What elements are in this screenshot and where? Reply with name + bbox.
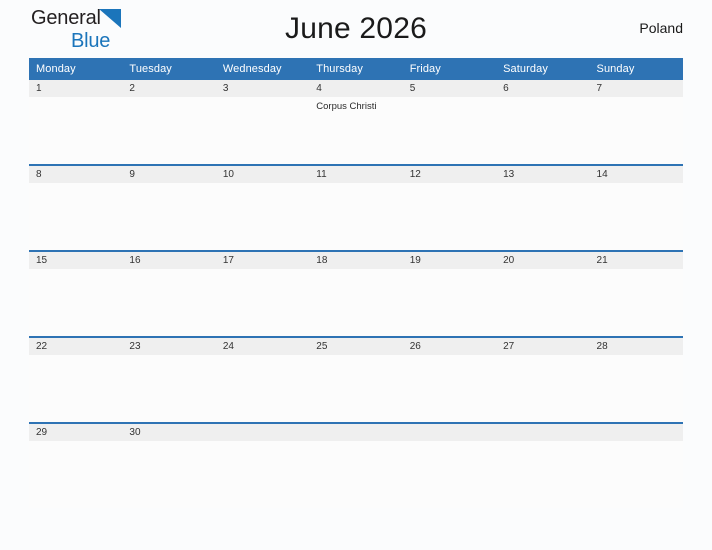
week-event-row: Corpus Christi <box>29 97 683 165</box>
day-number[interactable]: 13 <box>496 164 590 183</box>
day-number[interactable]: 21 <box>589 250 683 269</box>
calendar-header-row: Monday Tuesday Wednesday Thursday Friday… <box>29 58 683 80</box>
day-cell[interactable] <box>402 269 497 337</box>
day-number[interactable]: 3 <box>215 80 310 97</box>
day-number[interactable]: 11 <box>309 164 403 183</box>
day-number[interactable]: 22 <box>29 336 123 355</box>
day-number[interactable]: 9 <box>122 164 216 183</box>
day-cell[interactable] <box>402 97 497 165</box>
day-cell[interactable] <box>29 269 123 337</box>
day-cell[interactable] <box>215 183 310 251</box>
day-number[interactable] <box>402 422 497 441</box>
day-cell[interactable] <box>122 441 216 508</box>
day-number[interactable]: 14 <box>589 164 683 183</box>
day-number[interactable]: 20 <box>496 250 590 269</box>
day-event: Corpus Christi <box>316 101 377 112</box>
day-cell[interactable] <box>309 355 403 423</box>
weekday-header-monday: Monday <box>29 58 123 80</box>
day-number[interactable]: 18 <box>309 250 403 269</box>
day-cell[interactable] <box>589 441 683 508</box>
day-number[interactable]: 29 <box>29 422 123 441</box>
day-number[interactable] <box>496 422 590 441</box>
day-number[interactable]: 6 <box>496 80 590 97</box>
day-number[interactable]: 24 <box>215 336 310 355</box>
weekday-header-friday: Friday <box>402 58 497 80</box>
day-cell[interactable] <box>589 183 683 251</box>
week-daynumber-row: 15 16 17 18 19 20 21 <box>29 250 683 269</box>
day-number[interactable] <box>309 422 403 441</box>
day-number[interactable]: 8 <box>29 164 123 183</box>
day-number[interactable]: 7 <box>589 80 683 97</box>
day-cell[interactable] <box>215 97 310 165</box>
page-title: June 2026 <box>285 12 427 45</box>
day-cell[interactable] <box>496 269 590 337</box>
day-cell[interactable] <box>122 269 216 337</box>
page-header: General Blue June 2026 Poland <box>29 0 683 58</box>
day-cell[interactable] <box>496 97 590 165</box>
week-event-row <box>29 441 683 508</box>
day-number[interactable]: 27 <box>496 336 590 355</box>
day-number[interactable]: 1 <box>29 80 123 97</box>
weekday-header-wednesday: Wednesday <box>215 58 310 80</box>
weekday-header-sunday: Sunday <box>589 58 683 80</box>
day-cell[interactable] <box>122 183 216 251</box>
day-cell[interactable] <box>496 355 590 423</box>
day-cell[interactable] <box>29 355 123 423</box>
day-number[interactable]: 16 <box>122 250 216 269</box>
weekday-header-saturday: Saturday <box>496 58 590 80</box>
day-number[interactable]: 26 <box>402 336 497 355</box>
day-number[interactable]: 19 <box>402 250 497 269</box>
day-cell[interactable] <box>122 355 216 423</box>
day-cell[interactable] <box>589 269 683 337</box>
day-number[interactable]: 5 <box>402 80 497 97</box>
week-daynumber-row: 22 23 24 25 26 27 28 <box>29 336 683 355</box>
day-number[interactable] <box>215 422 310 441</box>
day-cell[interactable] <box>29 97 123 165</box>
day-number[interactable]: 2 <box>122 80 216 97</box>
calendar-grid: Monday Tuesday Wednesday Thursday Friday… <box>29 58 683 508</box>
calendar-page: General Blue June 2026 Poland Monday Tue… <box>0 0 712 550</box>
day-number[interactable]: 28 <box>589 336 683 355</box>
day-number[interactable]: 30 <box>122 422 216 441</box>
day-cell[interactable] <box>29 441 123 508</box>
day-cell[interactable] <box>309 441 403 508</box>
day-cell[interactable] <box>215 355 310 423</box>
day-cell[interactable] <box>215 269 310 337</box>
weekday-header-thursday: Thursday <box>309 58 403 80</box>
day-cell[interactable] <box>589 97 683 165</box>
region-label: Poland <box>639 20 683 36</box>
day-cell[interactable] <box>402 355 497 423</box>
week-daynumber-row: 8 9 10 11 12 13 14 <box>29 164 683 183</box>
weekday-header-tuesday: Tuesday <box>122 58 216 80</box>
day-number[interactable] <box>589 422 683 441</box>
day-cell[interactable] <box>309 183 403 251</box>
calendar-body: 1 2 3 4 5 6 7 Corpus Christi 8 9 10 11 12 13 14 15 16 17 1… <box>29 80 683 508</box>
day-number[interactable]: 15 <box>29 250 123 269</box>
day-cell[interactable]: Corpus Christi <box>309 97 403 165</box>
week-daynumber-row: 29 30 <box>29 422 683 441</box>
day-cell[interactable] <box>29 183 123 251</box>
day-number[interactable]: 12 <box>402 164 497 183</box>
day-number[interactable]: 25 <box>309 336 403 355</box>
day-number[interactable]: 4 <box>309 80 403 97</box>
day-number[interactable]: 10 <box>215 164 310 183</box>
day-cell[interactable] <box>215 441 310 508</box>
day-cell[interactable] <box>402 183 497 251</box>
day-cell[interactable] <box>589 355 683 423</box>
week-event-row <box>29 269 683 337</box>
day-cell[interactable] <box>122 97 216 165</box>
day-cell[interactable] <box>496 183 590 251</box>
week-daynumber-row: 1234567 <box>29 80 683 97</box>
week-event-row <box>29 355 683 423</box>
day-number[interactable]: 23 <box>122 336 216 355</box>
day-number[interactable]: 17 <box>215 250 310 269</box>
day-cell[interactable] <box>309 269 403 337</box>
day-cell[interactable] <box>402 441 497 508</box>
day-cell[interactable] <box>496 441 590 508</box>
week-event-row <box>29 183 683 251</box>
